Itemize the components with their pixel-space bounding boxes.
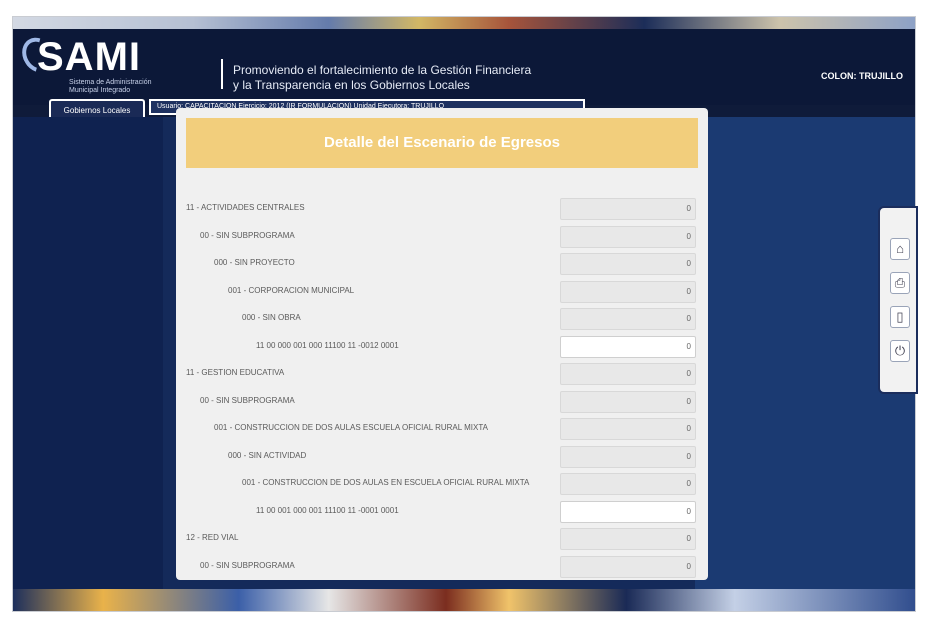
tree-row: 00 - SIN SUBPROGRAMA 0	[176, 554, 708, 581]
side-toolbar: ⌂ ⎙ ▯ ⏻	[878, 206, 918, 394]
amount-field: 0	[560, 280, 696, 303]
amount-field: 0	[560, 308, 696, 330]
tree-row: 00 - SIN SUBPROGRAMA 0	[176, 389, 708, 417]
tree-row: 00 - SIN SUBPROGRAMA 0	[176, 224, 708, 252]
location-label: COLON: TRUJILLO	[821, 71, 903, 81]
tree-row-label: 000 - SIN OBRA	[242, 313, 301, 322]
tree-row-label: 001 - CONSTRUCCION DE DOS AULAS ESCUELA …	[214, 423, 488, 432]
amount-field: 0	[560, 528, 696, 550]
amount-field[interactable]: 0	[560, 335, 696, 358]
tree-row: 12 - RED VIAL 0	[176, 526, 708, 554]
power-icon[interactable]: ⏻	[890, 340, 910, 362]
slogan: Promoviendo el fortalecimiento de la Ges…	[233, 63, 531, 93]
tree-row: 000 - SIN ACTIVIDAD 0	[176, 444, 708, 472]
tree-row-label: 000 - SIN PROYECTO	[214, 258, 295, 267]
slogan-line-1: Promoviendo el fortalecimiento de la Ges…	[233, 63, 532, 77]
tree-row-label: 00 - SIN SUBPROGRAMA	[200, 230, 295, 240]
tree-row-label: 12 - RED VIAL	[186, 533, 239, 542]
tree-row: 001 - CORPORACION MUNICIPAL 0	[176, 279, 708, 307]
amount-field: 0	[560, 198, 696, 220]
tree-row-label: 000 - SIN ACTIVIDAD	[228, 450, 307, 460]
amount-field: 0	[560, 253, 696, 275]
tree-row-label: 11 - GESTION EDUCATIVA	[186, 368, 285, 377]
slogan-line-2: y la Transparencia en los Gobiernos Loca…	[233, 78, 470, 92]
amount-field: 0	[560, 363, 696, 385]
tree-row-label: 11 00 001 000 001 11100 11 -0001 0001	[256, 505, 399, 515]
tree-row-label: 001 - CORPORACION MUNICIPAL	[228, 285, 355, 295]
header: SAMI Sistema de Administración Municipal…	[13, 29, 915, 105]
amount-field: 0	[560, 555, 696, 578]
tree-row: 11 00 001 000 001 11100 11 -0001 0001 0	[176, 499, 708, 527]
tree-row-label: 00 - SIN SUBPROGRAMA	[200, 560, 295, 570]
amount-field[interactable]: 0	[560, 500, 696, 523]
tree-row: 000 - SIN PROYECTO 0	[176, 251, 708, 279]
document-icon[interactable]: ▯	[890, 306, 910, 328]
tree-row: 11 00 000 001 000 11100 11 -0012 0001 0	[176, 334, 708, 362]
decorative-top-banner	[13, 17, 915, 29]
logo-subtitle: Sistema de Administración Municipal Inte…	[69, 79, 152, 94]
header-divider	[221, 59, 223, 89]
amount-field: 0	[560, 418, 696, 440]
egresos-detail-panel: Detalle del Escenario de Egresos 11 - AC…	[176, 108, 708, 580]
tree-row: 11 - GESTION EDUCATIVA 0	[176, 361, 708, 389]
home-icon[interactable]: ⌂	[890, 238, 910, 260]
print-icon[interactable]: ⎙	[890, 272, 910, 294]
budget-tree: 11 - ACTIVIDADES CENTRALES 0 00 - SIN SUBP…	[176, 196, 708, 580]
tree-row: 000 - SIN OBRA 0	[176, 306, 708, 334]
tree-row: 001 - CONSTRUCCION DE DOS AULAS ESCUELA …	[176, 416, 708, 444]
amount-field: 0	[560, 445, 696, 468]
tree-row-label: 11 - ACTIVIDADES CENTRALES	[186, 203, 305, 212]
tree-row-label: 00 - SIN SUBPROGRAMA	[200, 395, 295, 405]
tree-row-label: 11 00 000 001 000 11100 11 -0012 0001	[256, 340, 399, 350]
decorative-bottom-banner	[13, 589, 915, 611]
amount-field: 0	[560, 390, 696, 413]
tree-row: 11 - ACTIVIDADES CENTRALES 0	[176, 196, 708, 224]
amount-field: 0	[560, 225, 696, 248]
sami-logo: SAMI	[37, 35, 141, 79]
panel-title: Detalle del Escenario de Egresos	[186, 118, 698, 168]
tree-row-label: 001 - CONSTRUCCION DE DOS AULAS EN ESCUE…	[242, 478, 530, 487]
tree-row: 001 - CONSTRUCCION DE DOS AULAS EN ESCUE…	[176, 471, 708, 499]
amount-field: 0	[560, 473, 696, 495]
